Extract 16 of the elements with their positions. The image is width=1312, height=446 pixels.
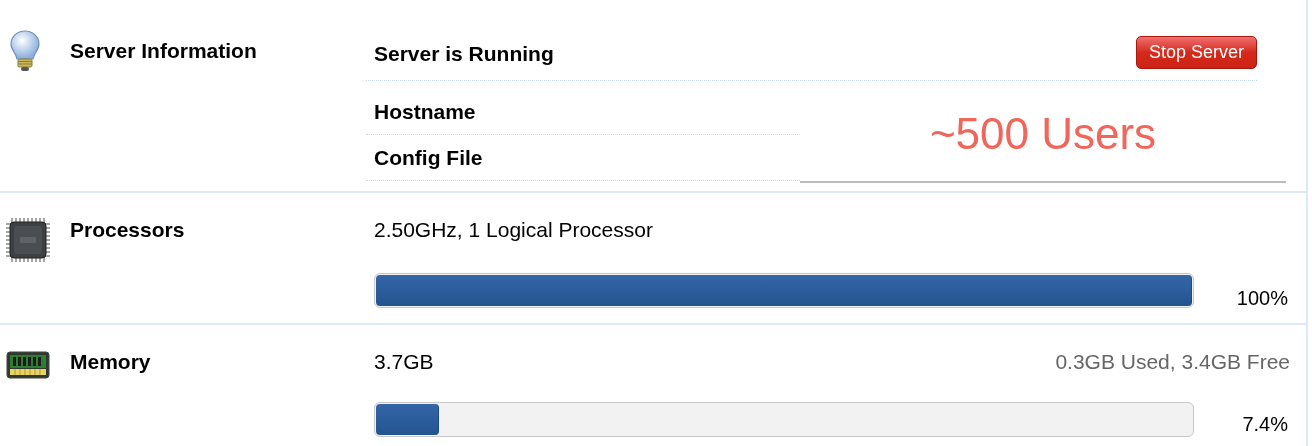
light-bulb-icon — [10, 30, 40, 72]
memory-usage-note: 0.3GB Used, 3.4GB Free — [1055, 350, 1290, 375]
stop-server-button[interactable]: Stop Server — [1135, 35, 1257, 69]
memory-module-icon — [6, 350, 50, 380]
section-title: Memory — [70, 350, 151, 374]
info-label: Config File — [374, 145, 483, 170]
section-title: Processors — [70, 218, 185, 242]
user-count-overlay: ~500 Users — [929, 109, 1157, 159]
resource-detail: 2.50GHz, 1 Logical Processor — [374, 218, 653, 243]
server-status: Server is Running — [374, 41, 554, 66]
usage-percent: 7.4% — [1242, 413, 1288, 437]
info-label: Hostname — [374, 99, 476, 124]
section-title: Server Information — [70, 38, 257, 63]
usage-percent: 100% — [1236, 286, 1288, 310]
resource-detail: 3.7GB — [374, 350, 434, 375]
processor-chip-icon — [6, 218, 50, 262]
